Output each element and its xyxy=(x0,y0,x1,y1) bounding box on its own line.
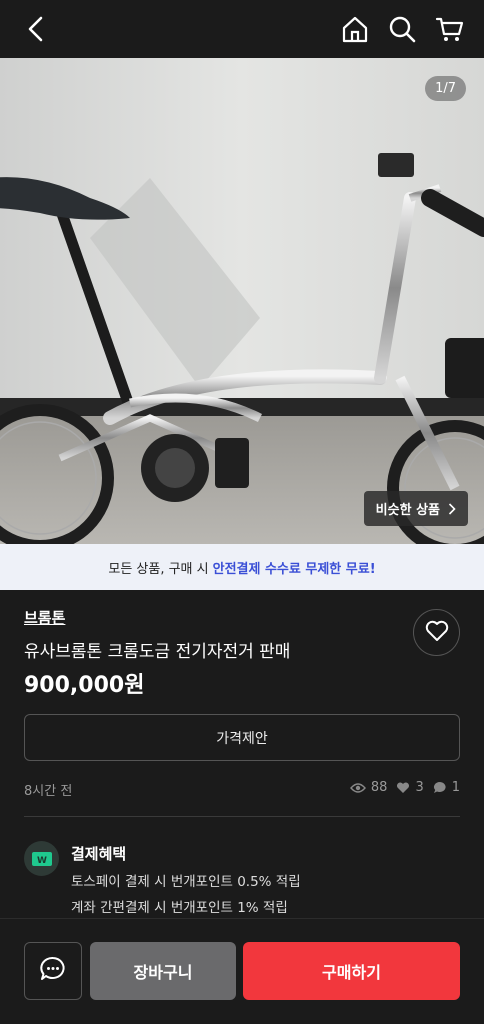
benefit-title: 결제혜택 xyxy=(71,845,127,863)
product-price: 900,000원 xyxy=(24,673,145,698)
brand-link[interactable]: 브롬톤 xyxy=(24,607,65,628)
section-divider xyxy=(24,816,460,817)
benefit-line-toss: 토스페이 결제 시 번개포인트 0.5% 적립 xyxy=(71,874,301,890)
similar-products-label: 비슷한 상품 xyxy=(375,503,440,518)
home-icon[interactable] xyxy=(340,14,370,44)
favorite-button[interactable] xyxy=(413,609,460,656)
chat-bubble-icon xyxy=(433,781,447,794)
benefit-line-account: 계좌 간편결제 시 번개포인트 1% 적립 xyxy=(71,900,288,916)
promo-highlight: 안전결제 수수료 무제한 무료! xyxy=(212,561,376,577)
buy-now-button[interactable]: 구매하기 xyxy=(243,942,460,1000)
chevron-right-icon xyxy=(448,502,456,515)
cart-icon[interactable] xyxy=(435,14,465,44)
promo-prefix: 모든 상품, 구매 시 xyxy=(108,561,209,577)
bicycle-photo xyxy=(0,58,484,544)
chat-count: 1 xyxy=(451,780,460,795)
product-stats: 88 3 1 xyxy=(349,780,460,795)
like-count: 3 xyxy=(415,780,424,795)
pay-logo-text: W xyxy=(37,856,47,866)
pay-logo-icon: W xyxy=(24,841,59,876)
photo-counter: 1/7 xyxy=(425,76,466,101)
product-photo[interactable]: 1/7 비슷한 상품 xyxy=(0,58,484,544)
product-title: 유사브롬톤 크롬도금 전기자전거 판매 xyxy=(24,642,291,662)
top-nav-bar xyxy=(0,0,484,58)
chat-button[interactable] xyxy=(24,942,82,1000)
heart-icon xyxy=(425,620,449,646)
search-icon[interactable] xyxy=(387,14,417,44)
add-to-cart-button[interactable]: 장바구니 xyxy=(90,942,236,1000)
price-offer-button[interactable]: 가격제안 xyxy=(24,714,460,761)
heart-small-icon xyxy=(396,781,410,794)
safe-payment-banner[interactable]: 모든 상품, 구매 시 안전결제 수수료 무제한 무료! xyxy=(0,544,484,590)
similar-products-button[interactable]: 비슷한 상품 xyxy=(363,491,468,526)
view-count: 88 xyxy=(370,780,388,795)
bottom-action-bar: 장바구니 구매하기 xyxy=(0,918,484,1024)
eye-icon xyxy=(349,782,366,794)
posted-time: 8시간 전 xyxy=(24,784,73,799)
back-arrow-icon[interactable] xyxy=(22,14,52,44)
chat-icon xyxy=(39,955,67,987)
